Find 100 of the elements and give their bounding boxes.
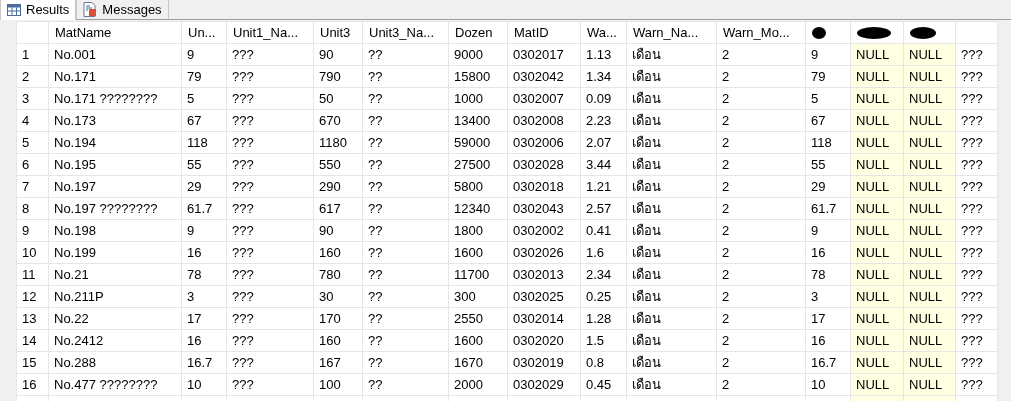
table-cell: 9 [805,43,851,66]
table-cell: ??? [955,197,998,220]
table-cell: ??? [955,241,998,264]
column-header[interactable]: Dozen [448,21,508,44]
column-header[interactable]: MatName [48,21,182,44]
table-cell: 1600 [448,241,508,264]
table-cell: 0302017 [507,43,581,66]
table-cell: 1.34 [580,65,627,88]
table-cell: ??? [226,197,314,220]
table-cell: 2 [716,197,806,220]
table-cell: เดือน [626,153,717,176]
column-header[interactable]: Unit3 [313,21,363,44]
row-number: 16 [16,373,49,396]
table-cell: 55 [805,153,851,176]
table-cell: 3 [181,285,227,308]
table-cell: ??? [226,263,314,286]
table-cell: ?? [362,241,449,264]
table-cell: 118 [181,131,227,154]
table-cell: 5 [181,87,227,110]
row-number: 1 [16,43,49,66]
table-cell: No.001 [48,43,182,66]
table-cell: 12340 [448,197,508,220]
table-cell: ??? [955,373,998,396]
table-cell: 0302006 [507,131,581,154]
table-cell: 17 [805,307,851,330]
column-header[interactable]: Warn_Mo... [716,21,806,44]
table-cell: 2000 [448,373,508,396]
table-cell: 15800 [448,65,508,88]
column-header[interactable]: Un... [181,21,227,44]
row-number: 7 [16,175,49,198]
table-cell: 16 [181,329,227,352]
table-cell: 167 [313,351,363,374]
table-cell: ??? [955,43,998,66]
table-cell: No.173 [48,109,182,132]
table-cell: 9000 [448,43,508,66]
table-cell: 0302026 [507,241,581,264]
tab[interactable]: Results [0,0,77,20]
table-cell: 780 [313,263,363,286]
column-header[interactable]: Unit3_Na... [362,21,449,44]
table-cell: เดือน [626,307,717,330]
table-cell: 5800 [448,175,508,198]
row-number: 9 [16,219,49,242]
table-cell: 2.07 [580,131,627,154]
table-cell: 9 [181,43,227,66]
table-cell: 0302002 [507,219,581,242]
table-cell: ?? [362,109,449,132]
grid-icon [7,4,21,16]
row-number: 6 [16,153,49,176]
table-cell: เดือน [626,43,717,66]
table-cell: 16.7 [181,351,227,374]
table-cell: 1.5 [580,329,627,352]
table-cell: เดือน [626,241,717,264]
table-cell: 2.34 [580,263,627,286]
redaction-mark [910,27,936,40]
table-cell: 16 [805,329,851,352]
table-cell: ??? [226,87,314,110]
table-cell: 3 [805,285,851,308]
table-cell: 10 [805,373,851,396]
table-cell: 100 [313,373,363,396]
table-cell: ??? [226,373,314,396]
table-cell: 2.57 [580,197,627,220]
table-cell: No.171 ???????? [48,87,182,110]
table-cell: เดือน [626,219,717,242]
table-cell: 90 [313,219,363,242]
table-cell: 79 [805,65,851,88]
column-header[interactable]: Wa... [580,21,627,44]
table-cell: 0.41 [580,219,627,242]
table-cell: ??? [226,175,314,198]
column-header[interactable]: Unit1_Na... [226,21,314,44]
table-cell: 2 [716,109,806,132]
column-header[interactable]: Warn_Na... [626,21,717,44]
table-cell: 2 [716,285,806,308]
table-cell: 61.7 [805,197,851,220]
table-cell: No.288 [48,351,182,374]
table-cell: ??? [226,241,314,264]
table-cell: ??? [955,131,998,154]
redaction-mark [812,27,826,40]
table-cell: ?? [362,153,449,176]
table-cell: ??? [955,87,998,110]
column-header[interactable]: MatID [507,21,581,44]
table-cell: ??? [955,175,998,198]
table-cell: ?? [362,307,449,330]
table-cell: 78 [805,263,851,286]
table-cell: เดือน [626,109,717,132]
table-cell: 16 [181,241,227,264]
table-cell: 1.6 [580,241,627,264]
table-cell: ??? [955,219,998,242]
table-cell: 670 [313,109,363,132]
table-cell: ??? [955,109,998,132]
table-cell: No.22 [48,307,182,330]
tab[interactable]: Messages [76,0,169,19]
table-cell: 2.23 [580,109,627,132]
table-cell: No.171 [48,65,182,88]
table-cell: 0302028 [507,153,581,176]
table-cell: 1000 [448,87,508,110]
table-cell: 2 [716,307,806,330]
table-cell: เดือน [626,263,717,286]
table-cell: 16.7 [805,351,851,374]
table-cell: ?? [362,285,449,308]
table-cell: 3.44 [580,153,627,176]
